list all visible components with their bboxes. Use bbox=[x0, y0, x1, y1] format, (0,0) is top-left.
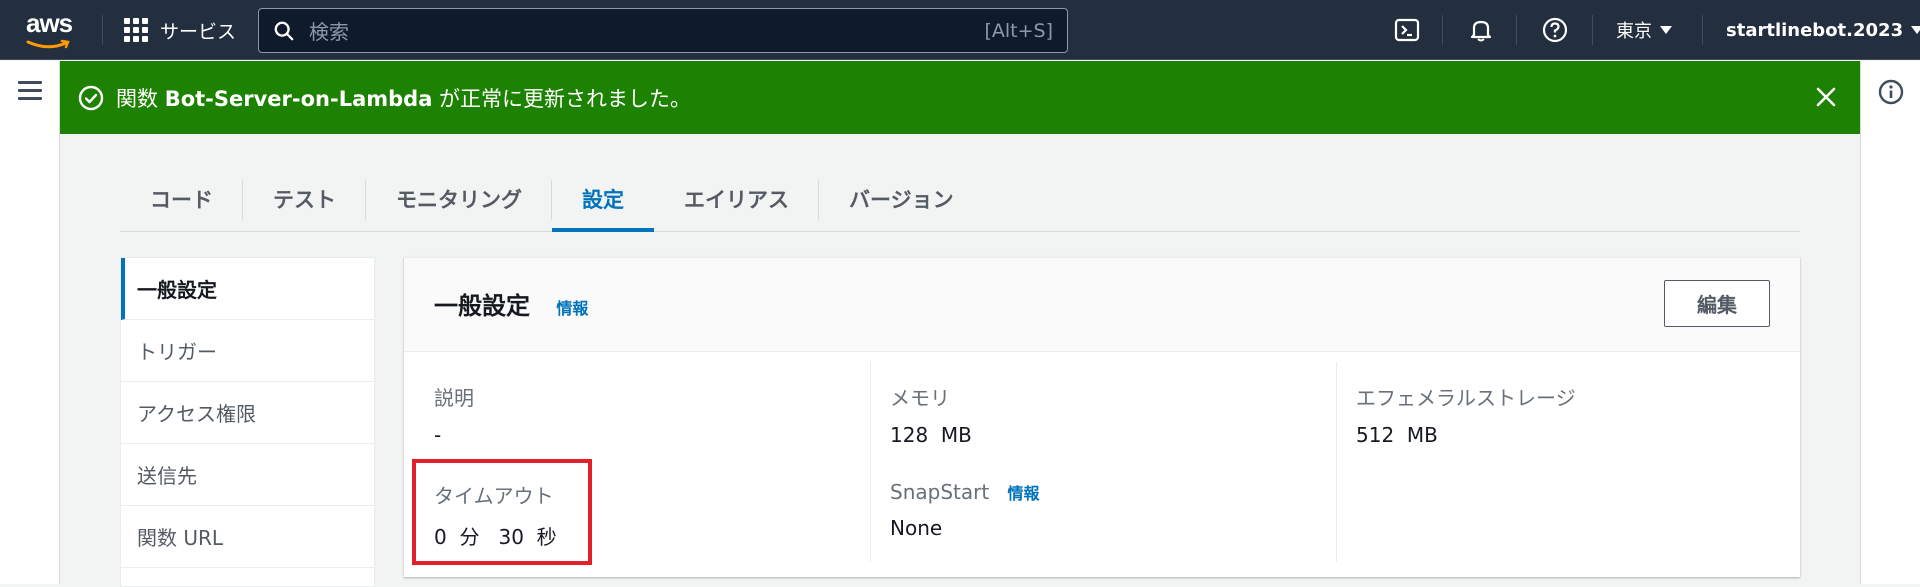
close-icon[interactable] bbox=[1814, 85, 1838, 109]
sidenav-item-destinations[interactable]: 送信先 bbox=[121, 444, 374, 506]
flash-suffix: が正常に更新されました。 bbox=[432, 86, 692, 111]
search-icon bbox=[274, 21, 294, 40]
success-flash-banner: 関数 Bot-Server-on-Lambda が正常に更新されました。 bbox=[60, 61, 1860, 134]
main-content: コード テスト モニタリング 設定 エイリアス バージョン 一般設定 トリガー … bbox=[60, 134, 1860, 587]
right-rail bbox=[1860, 61, 1920, 584]
region-label: 東京 bbox=[1616, 21, 1652, 42]
flash-function-name: Bot-Server-on-Lambda bbox=[164, 86, 433, 111]
tab-versions[interactable]: バージョン bbox=[819, 166, 984, 231]
info-link[interactable]: 情報 bbox=[556, 299, 588, 318]
ephemeral-storage-field: エフェメラルストレージ 512 MB bbox=[1356, 382, 1576, 447]
help-icon[interactable] bbox=[1540, 15, 1570, 45]
search-input[interactable]: 検索 [Alt+S] bbox=[258, 8, 1068, 53]
description-value: - bbox=[434, 423, 442, 447]
caret-down-icon bbox=[1660, 26, 1672, 34]
sidenav-item-permissions[interactable]: アクセス権限 bbox=[121, 382, 374, 444]
aws-logo[interactable]: aws bbox=[26, 10, 76, 50]
flash-message: 関数 Bot-Server-on-Lambda が正常に更新されました。 bbox=[116, 83, 691, 113]
snapstart-label: SnapStart bbox=[890, 480, 990, 504]
tab-label: コード bbox=[150, 187, 213, 212]
sidenav-item-triggers[interactable]: トリガー bbox=[121, 320, 374, 382]
sidenav-item-function-url[interactable]: 関数 URL bbox=[121, 506, 374, 568]
memory-value: 128 MB bbox=[890, 423, 972, 447]
column-divider bbox=[1336, 362, 1337, 562]
menu-icon[interactable] bbox=[18, 81, 42, 101]
info-icon[interactable] bbox=[1878, 79, 1904, 105]
caret-down-icon bbox=[1911, 26, 1920, 34]
sidenav-item-general[interactable]: 一般設定 bbox=[121, 258, 374, 320]
bell-icon[interactable] bbox=[1466, 15, 1496, 45]
snapstart-label-row: SnapStart 情報 bbox=[890, 480, 1040, 504]
aws-logo-text: aws bbox=[26, 8, 73, 38]
tab-configuration[interactable]: 設定 bbox=[552, 166, 654, 232]
ephemeral-storage-label: エフェメラルストレージ bbox=[1356, 386, 1576, 410]
services-menu-button[interactable]: サービス bbox=[124, 0, 236, 60]
tab-label: モニタリング bbox=[396, 187, 522, 212]
timeout-highlight-box bbox=[412, 459, 592, 565]
search-placeholder: 検索 bbox=[309, 20, 349, 44]
cloudshell-icon[interactable] bbox=[1392, 15, 1422, 45]
snapstart-field: SnapStart 情報 None bbox=[890, 480, 1040, 540]
nav-divider bbox=[1702, 15, 1703, 45]
tab-monitoring[interactable]: モニタリング bbox=[366, 166, 552, 231]
column-divider bbox=[870, 362, 871, 562]
left-rail bbox=[0, 61, 60, 584]
description-field: 説明 - bbox=[434, 382, 474, 447]
nav-divider bbox=[1592, 15, 1593, 45]
services-label: サービス bbox=[160, 20, 237, 43]
flash-prefix: 関数 bbox=[116, 86, 165, 111]
snapstart-value: None bbox=[890, 516, 943, 540]
nav-divider bbox=[1516, 15, 1517, 45]
tab-label: エイリアス bbox=[684, 187, 789, 212]
panel-header: 一般設定 情報 編集 bbox=[404, 258, 1800, 352]
account-name: startlinebot.2023 bbox=[1726, 19, 1904, 41]
ephemeral-storage-value: 512 MB bbox=[1356, 423, 1438, 447]
nav-divider bbox=[102, 15, 103, 45]
grid-icon bbox=[124, 18, 148, 42]
region-selector[interactable]: 東京 bbox=[1616, 0, 1672, 60]
tab-label: 設定 bbox=[582, 187, 624, 212]
edit-button[interactable]: 編集 bbox=[1664, 280, 1770, 327]
tab-label: テスト bbox=[273, 187, 336, 212]
tab-aliases[interactable]: エイリアス bbox=[654, 166, 819, 231]
aws-smile-icon bbox=[26, 39, 70, 49]
tab-label: バージョン bbox=[849, 187, 954, 212]
panel-title: 一般設定 情報 bbox=[434, 286, 588, 321]
account-menu[interactable]: startlinebot.2023 bbox=[1726, 0, 1920, 60]
snapstart-info-link[interactable]: 情報 bbox=[1008, 484, 1040, 503]
tab-code[interactable]: コード bbox=[120, 166, 243, 231]
tab-test[interactable]: テスト bbox=[243, 166, 366, 231]
memory-field: メモリ 128 MB bbox=[890, 382, 972, 447]
config-sidenav: 一般設定 トリガー アクセス権限 送信先 関数 URL bbox=[120, 257, 375, 587]
panel-title-text: 一般設定 bbox=[434, 292, 530, 320]
top-navigation: aws サービス 検索 [Alt+S] 東京 startlinebot.2023 bbox=[0, 0, 1920, 60]
nav-divider bbox=[1442, 15, 1443, 45]
general-settings-panel: 一般設定 情報 編集 説明 - タイムアウト 0 分 30 秒 メモリ 128 … bbox=[404, 257, 1800, 577]
check-circle-icon bbox=[78, 85, 104, 110]
memory-label: メモリ bbox=[890, 386, 950, 410]
function-tabs: コード テスト モニタリング 設定 エイリアス バージョン bbox=[120, 166, 1800, 232]
search-shortcut: [Alt+S] bbox=[984, 19, 1053, 42]
description-label: 説明 bbox=[434, 386, 474, 410]
